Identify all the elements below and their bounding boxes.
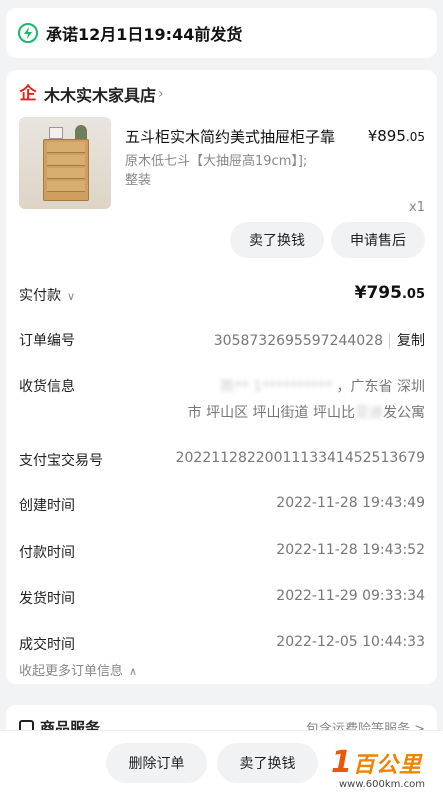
dresser-illustration: [43, 139, 89, 201]
product-spec: 原木低七斗【大抽屉高19cm】]; 整装: [125, 154, 308, 188]
shipped-time-row: 发货时间 2022-11-29 09:33:34: [19, 588, 425, 607]
photo-frame-decor: [49, 127, 63, 139]
watermark-logo: 1百公里 www.600km.com: [331, 745, 425, 790]
order-number: 3058732695597244028: [213, 333, 383, 349]
order-number-row: 订单编号 3058732695597244028 复制: [19, 333, 425, 349]
lightning-icon: [18, 23, 38, 43]
product-price: ¥895.05: [367, 127, 425, 145]
shipped-time: 2022-11-29 09:33:34: [276, 588, 425, 604]
collapse-order-info-button[interactable]: 收起更多订单信息 ∧: [19, 660, 137, 679]
payment-time: 2022-11-28 19:43:52: [276, 542, 425, 558]
address-value: 陈** 1********** ，广东省 深圳 市 坪山区 坪山街道 坪山比亚迪…: [187, 379, 425, 421]
resell-bottom-button[interactable]: 卖了换钱: [217, 743, 318, 783]
product-quantity: x1: [409, 200, 425, 215]
chevron-right-icon: ›: [158, 86, 164, 102]
address-row: 收货信息 陈** 1********** ，广东省 深圳 市 坪山区 坪山街道 …: [19, 376, 425, 421]
copy-button[interactable]: 复制: [389, 333, 425, 349]
paid-amount: ¥795.05: [354, 283, 425, 303]
shop-name: 木木实木家具店: [44, 86, 157, 105]
shop-logo-icon: 企: [19, 83, 37, 104]
after-sale-button[interactable]: 申请售后: [331, 222, 425, 258]
product-thumbnail[interactable]: [19, 117, 111, 209]
shop-link[interactable]: 企 木木实木家具店 ›: [18, 82, 164, 106]
deal-time-row: 成交时间 2022-12-05 10:44:33: [19, 634, 425, 653]
deal-time: 2022-12-05 10:44:33: [276, 634, 425, 650]
product-title[interactable]: 五斗柜实木简约美式抽屉柜子靠: [125, 126, 345, 147]
bottom-action-bar: 删除订单 卖了换钱 1百公里 www.600km.com: [0, 730, 443, 800]
resell-button[interactable]: 卖了换钱: [230, 222, 324, 258]
created-time: 2022-11-28 19:43:49: [276, 495, 425, 511]
alipay-trade-number: 2022112822001113341452513679: [175, 450, 425, 466]
chevron-up-icon: ∧: [129, 665, 138, 678]
plant-decor: [75, 125, 87, 140]
created-time-row: 创建时间 2022-11-28 19:43:49: [19, 495, 425, 514]
shipping-promise-text: 承诺12月1日19:44前发货: [46, 25, 243, 44]
payment-time-row: 付款时间 2022-11-28 19:43:52: [19, 542, 425, 561]
paid-amount-row[interactable]: 实付款 ∨ ¥795.05: [19, 283, 425, 305]
chevron-down-icon: ∨: [67, 290, 76, 303]
order-card: 企 木木实木家具店 › 五斗柜实木简约美式抽屉柜子靠 ¥895.05 原木低七斗…: [6, 70, 437, 684]
alipay-trade-row: 支付宝交易号 2022112822001113341452513679: [19, 450, 425, 469]
shipping-promise-banner: 承诺12月1日19:44前发货: [6, 8, 437, 58]
delete-order-button[interactable]: 删除订单: [106, 743, 207, 783]
